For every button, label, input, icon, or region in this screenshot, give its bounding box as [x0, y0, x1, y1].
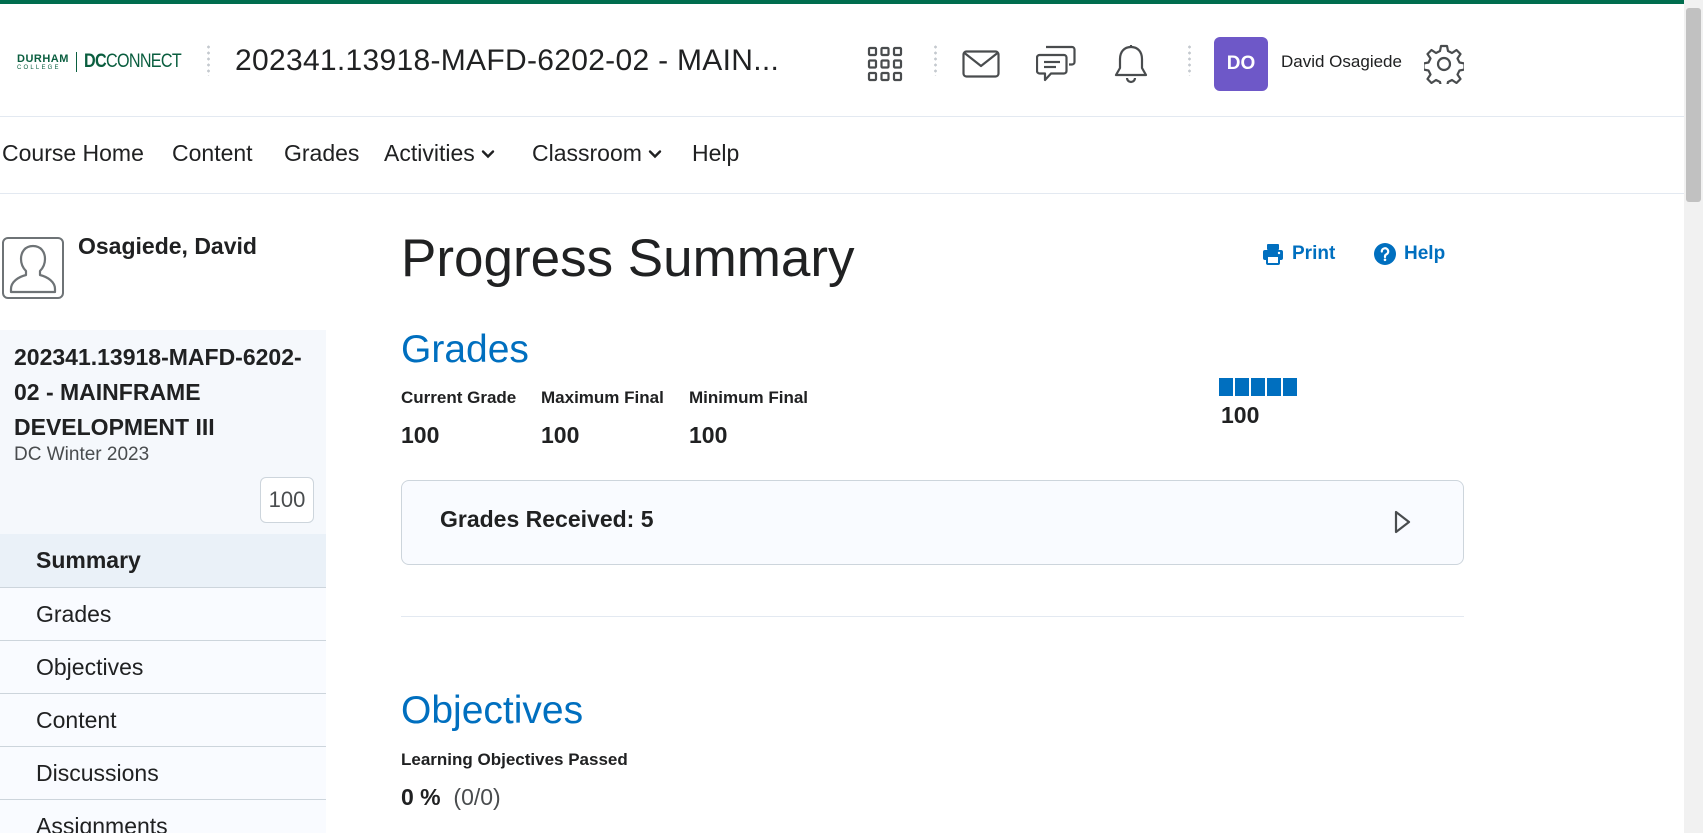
maximum-final-value: 100 — [541, 422, 580, 448]
course-term: DC Winter 2023 — [14, 444, 150, 465]
side-nav-label: Objectives — [36, 653, 144, 680]
user-name[interactable]: David Osagiede — [1281, 52, 1402, 72]
side-nav-discussions[interactable]: Discussions — [0, 746, 326, 799]
objectives-heading[interactable]: Objectives — [401, 689, 583, 733]
course-name: 202341.13918-MAFD-6202-02 - MAINFRAME DE… — [14, 344, 302, 440]
side-nav-label: Summary — [36, 547, 141, 573]
minimum-final-label: Minimum Final — [689, 388, 808, 407]
logo-divider — [75, 52, 77, 72]
nav-label: Grades — [284, 140, 360, 166]
header-separator — [934, 44, 937, 76]
nav-label: Activities — [384, 140, 475, 166]
help-circle-icon — [1374, 243, 1396, 265]
gear-icon[interactable] — [1424, 44, 1464, 84]
grades-heading[interactable]: Grades — [401, 328, 529, 372]
nav-grades[interactable]: Grades — [284, 140, 359, 167]
header-separator — [207, 44, 210, 76]
grade-bar-meter — [1219, 378, 1297, 396]
logo-secondary: COLLEGE — [17, 64, 61, 71]
objectives-passed-label: Learning Objectives Passed — [401, 750, 628, 769]
objectives-passed-value: 0 % (0/0) — [401, 784, 501, 811]
objectives-passed-count: (0/0) — [453, 784, 501, 810]
header-bar: DURHAM COLLEGE DCCONNECT 202341.13918-MA… — [0, 4, 1684, 117]
grade-bar-segment — [1251, 378, 1265, 396]
waffle-grid-icon[interactable] — [865, 44, 905, 84]
print-label: Print — [1292, 243, 1336, 264]
grades-received-label: Grades Received: 5 — [440, 506, 654, 532]
printer-icon — [1263, 244, 1283, 265]
page-scrollbar-thumb[interactable] — [1686, 8, 1701, 202]
side-nav-label: Grades — [36, 600, 112, 627]
help-label: Help — [1404, 243, 1446, 264]
durham-logo-text: DURHAM COLLEGE — [17, 52, 69, 71]
side-nav-summary[interactable]: Summary — [0, 534, 326, 587]
profile-avatar-icon — [2, 237, 64, 299]
side-nav-label: Assignments — [36, 812, 168, 833]
chat-icon[interactable] — [1036, 44, 1076, 84]
nav-content[interactable]: Content — [172, 140, 253, 167]
grade-bar-segment — [1267, 378, 1281, 396]
email-icon[interactable] — [961, 44, 1001, 84]
course-card: 202341.13918-MAFD-6202-02 - MAINFRAME DE… — [0, 330, 326, 534]
nav-activities[interactable]: Activities — [384, 140, 495, 167]
grade-bar-value: 100 — [1221, 402, 1260, 428]
nav-label: Content — [172, 140, 253, 166]
user-avatar-initials[interactable]: DO — [1214, 37, 1268, 91]
side-nav-label: Discussions — [36, 759, 159, 786]
help-button[interactable]: Help — [1374, 243, 1445, 265]
side-nav-assignments[interactable]: Assignments — [0, 799, 326, 833]
nav-label: Course Home — [2, 140, 144, 166]
dcconnect-logo: DCCONNECT — [83, 51, 182, 73]
chevron-down-icon — [648, 149, 662, 158]
logo-brand-b: CONNECT — [105, 51, 182, 72]
grade-bar-segment — [1283, 378, 1297, 396]
side-nav-label: Content — [36, 706, 117, 733]
chevron-down-icon — [481, 149, 494, 158]
side-nav-grades[interactable]: Grades — [0, 587, 326, 640]
nav-label: Classroom — [532, 140, 642, 166]
nav-help[interactable]: Help — [692, 140, 739, 167]
logo-brand-a: DC — [83, 51, 107, 72]
grade-bar-segment — [1219, 378, 1233, 396]
profile-name: Osagiede, David — [78, 233, 257, 259]
logo-primary: DURHAM — [17, 52, 69, 65]
current-grade-value: 100 — [401, 422, 440, 448]
side-nav-content[interactable]: Content — [0, 693, 326, 746]
grades-received-collapsible[interactable]: Grades Received: 5 — [401, 480, 1464, 565]
course-grade-badge: 100 — [260, 477, 314, 523]
current-grade-label: Current Grade — [401, 388, 517, 407]
section-divider — [401, 616, 1464, 617]
nav-classroom[interactable]: Classroom — [532, 140, 662, 167]
nav-label: Help — [692, 140, 740, 166]
course-title[interactable]: 202341.13918-MAFD-6202-02 - MAIN... — [235, 44, 779, 78]
course-navbar: Course Home Content Grades Activities Cl… — [0, 118, 1684, 194]
header-separator — [1188, 44, 1191, 76]
print-button[interactable]: Print — [1262, 243, 1335, 265]
objectives-passed-percent: 0 % — [401, 784, 441, 810]
minimum-final-value: 100 — [689, 422, 728, 448]
maximum-final-label: Maximum Final — [541, 388, 664, 407]
progress-side-nav: Summary Grades Objectives Content Discus… — [0, 534, 326, 833]
page-title: Progress Summary — [401, 229, 855, 288]
side-nav-objectives[interactable]: Objectives — [0, 640, 326, 693]
nav-course-home[interactable]: Course Home — [2, 140, 144, 167]
grade-bar-segment — [1235, 378, 1249, 396]
expand-arrow-icon[interactable] — [1391, 509, 1413, 535]
college-logo[interactable]: DURHAM COLLEGE DCCONNECT — [17, 51, 198, 73]
bell-icon[interactable] — [1111, 44, 1151, 84]
